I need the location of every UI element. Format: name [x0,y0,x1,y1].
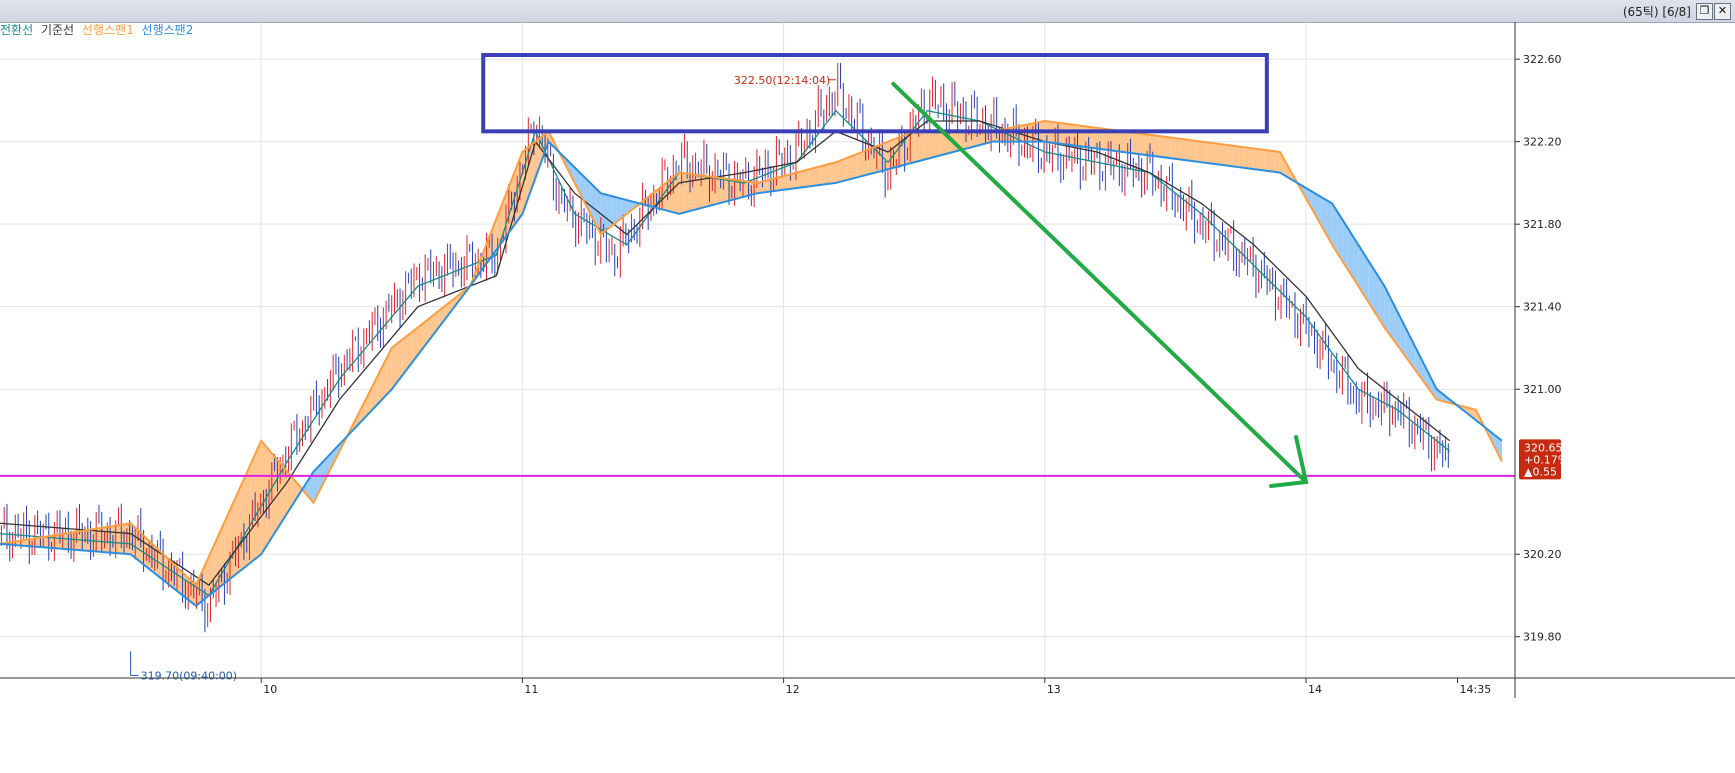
cloud-segment [1253,148,1260,170]
cloud-segment [1070,124,1077,146]
low-label: 319.70(09:40:00) [141,669,237,682]
cloud-segment [1248,147,1254,170]
cloud-segment [1185,139,1192,161]
high-label: 322.50(12:14:04) [734,74,830,87]
cloud-segment [1180,138,1186,161]
cloud-segment [1269,150,1275,172]
cloud-segment [1232,145,1239,168]
cloud-segment [1259,149,1265,171]
cloud-segment [835,160,842,183]
cloud-segment [1274,151,1280,173]
y-tick-label: 319.80 [1523,631,1562,644]
cloud-segment [841,158,847,182]
cloud-segment [861,149,868,177]
cloud-segment [1238,146,1244,168]
tick-counter: (65틱) [6/8] [1622,5,1691,19]
cloud-segment [1076,125,1082,147]
cloud-segment [820,165,826,185]
low-pointer [130,651,139,676]
cloud-segment [1138,133,1145,155]
y-tick-label: 321.00 [1523,383,1562,396]
cloud-segment [924,131,930,160]
cloud-segment [1212,143,1218,165]
x-tick-label: 14:35 [1460,683,1492,696]
cloud-segment [783,174,789,190]
cloud-segment [715,177,721,205]
cloud-segment [1159,136,1165,158]
cloud-segment [851,154,857,179]
chart-titlebar: (65틱) [6/8] ❐ ✕ [0,0,1735,23]
y-tick-label: 321.80 [1523,218,1562,231]
x-tick-label: 11 [524,683,538,696]
cloud-segment [1191,140,1197,162]
cloud-segment [809,167,815,187]
price-chart[interactable]: 322.50(12:14:04)319.70(09:40:00) 322.603… [0,22,1735,773]
restore-icon[interactable]: ❐ [1696,3,1713,20]
cloud-segment [1201,141,1207,163]
cloud-segment [240,475,246,571]
y-tick-label: 322.60 [1523,53,1562,66]
x-tick-label: 13 [1047,683,1061,696]
cloud-segment [606,194,612,231]
cloud-segment [684,173,690,213]
cloud-segment [1222,144,1228,166]
cloud-segment [846,156,852,181]
cloud-segment [1206,142,1212,164]
cloud-segment [804,169,810,188]
cloud-segment [919,131,925,161]
cloud-segment [814,166,821,186]
y-tick-label: 321.40 [1523,301,1562,314]
cloud-segment [788,173,795,190]
cloud-segment [1144,134,1150,156]
cloud-segment [825,163,831,185]
cloud-segment [1170,137,1176,159]
cloud-segment [1133,132,1139,155]
close-icon[interactable]: ✕ [1714,3,1731,20]
cloud-segment [1227,145,1233,167]
cloud-segment [1164,136,1171,159]
cloud-segment [1243,147,1249,169]
x-tick-label: 10 [263,683,277,696]
cloud-segment [929,131,936,159]
cloud-segment [971,131,977,148]
cloud-segment [799,170,805,188]
cloud-segment [1196,140,1202,163]
x-tick-label: 12 [786,683,800,696]
cloud-segment [62,533,68,550]
cloud-segment [856,151,862,178]
cloud-segment [794,171,800,189]
cloud-segment [830,162,836,184]
cloud-segment [935,131,941,157]
y-tick-label: 320.20 [1523,548,1562,561]
cloud-segment [1264,149,1270,172]
cloud-segment [1175,138,1181,160]
current-price-text: ▲0.55 [1524,465,1557,478]
cloud-segment [1217,143,1223,166]
chart-axes: 322.60 322.20 321.80 321.40 321.00 320.20 319.… [0,22,1735,698]
y-tick-label: 322.20 [1523,136,1562,149]
x-tick-label: 14 [1308,683,1322,696]
highlight-box [481,53,1269,134]
cloud-segment [1060,123,1066,145]
cloud-segment [1128,132,1134,154]
cloud-segment [1154,135,1160,157]
cloud-segment [1117,130,1124,152]
